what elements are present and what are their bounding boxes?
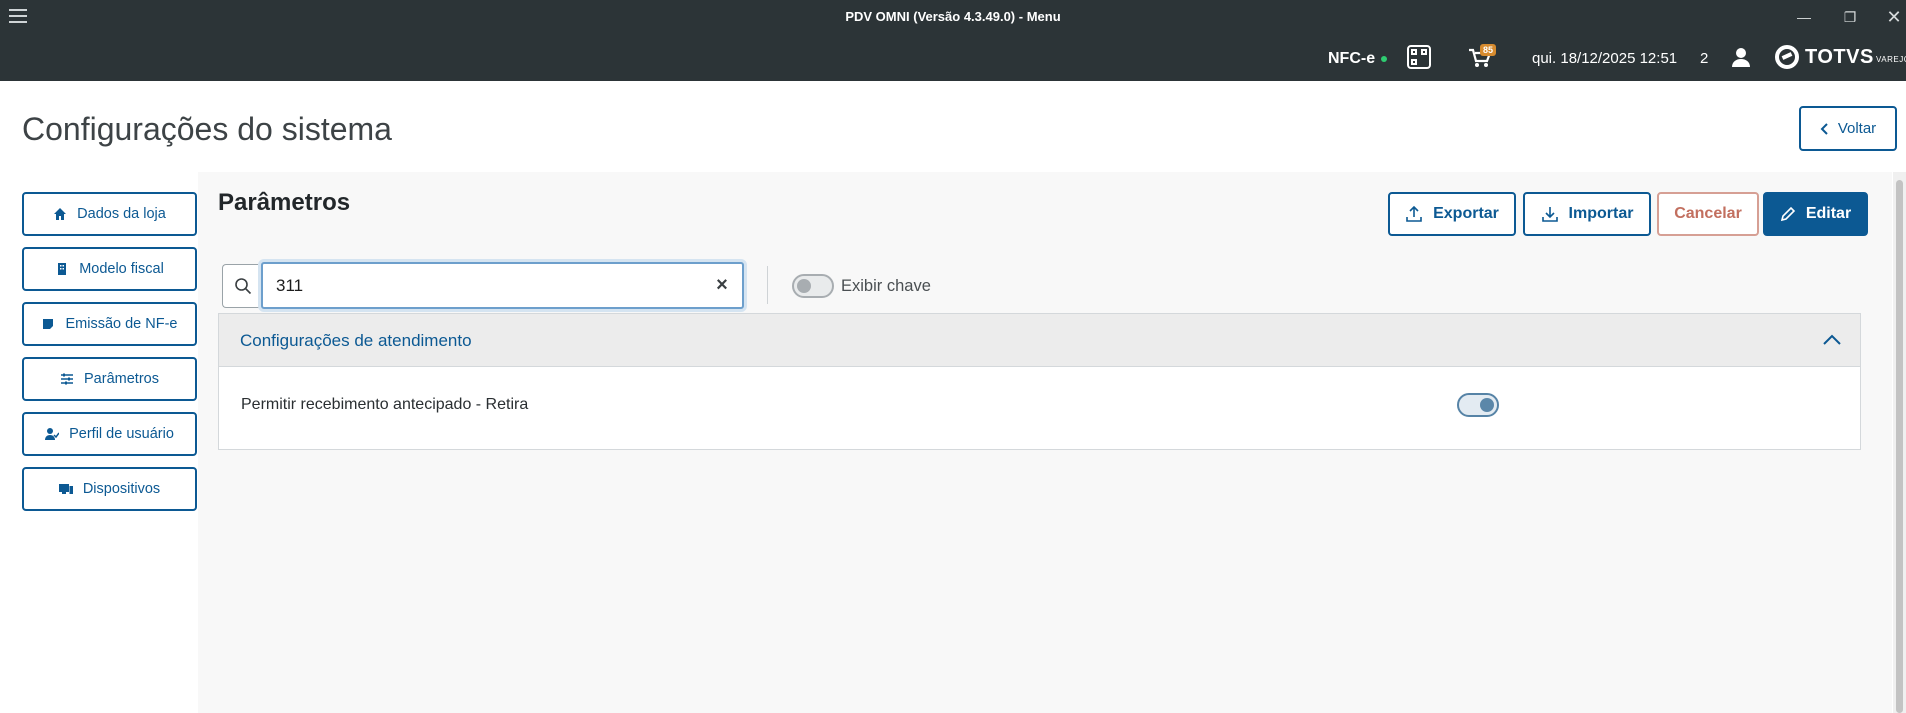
- sliders-icon: [61, 373, 74, 385]
- devices-icon: [58, 484, 73, 494]
- minimize-button[interactable]: —: [1790, 6, 1818, 28]
- cancel-button-label: Cancelar: [1674, 205, 1742, 222]
- import-button-label: Importar: [1568, 205, 1634, 222]
- accordion-atendimento: Configurações de atendimento Permitir re…: [218, 313, 1861, 450]
- sidebar-item-label: Modelo fiscal: [79, 261, 164, 277]
- clear-search-icon[interactable]: ×: [711, 274, 733, 296]
- window-titlebar: PDV OMNI (Versão 4.3.49.0) - Menu — ❐ ✕: [0, 0, 1906, 33]
- accordion-title: Configurações de atendimento: [240, 331, 472, 350]
- edit-button[interactable]: Editar: [1763, 192, 1868, 236]
- export-button[interactable]: Exportar: [1388, 192, 1516, 236]
- user-count: 2: [1700, 50, 1709, 67]
- totvs-logo-icon: [1775, 45, 1799, 69]
- nfce-status-dot: [1381, 56, 1387, 62]
- download-icon: [1541, 207, 1558, 222]
- sidebar-item-perfil-de-usuario[interactable]: Perfil de usuário: [22, 412, 197, 456]
- sidebar-item-label: Parâmetros: [84, 371, 159, 387]
- scrollbar-thumb[interactable]: [1896, 180, 1903, 713]
- edit-button-label: Editar: [1805, 205, 1852, 222]
- app-header: NFC-e 85 qui. 18/12/2025 12:51 2 TOTVS V…: [0, 33, 1906, 81]
- close-button[interactable]: ✕: [1880, 6, 1906, 28]
- chevron-left-icon: [1820, 122, 1828, 135]
- page-title: Configurações do sistema: [22, 111, 392, 147]
- import-button[interactable]: Importar: [1523, 192, 1651, 236]
- show-key-label: Exibir chave: [841, 277, 931, 295]
- cart-badge: 85: [1480, 44, 1497, 56]
- home-icon: [54, 208, 67, 220]
- search-icon: [234, 278, 251, 295]
- sidebar-item-parametros[interactable]: Parâmetros: [22, 357, 197, 401]
- cancel-button[interactable]: Cancelar: [1657, 192, 1759, 236]
- datetime: qui. 18/12/2025 12:51: [1532, 50, 1678, 67]
- sidebar-item-label: Emissão de NF-e: [65, 316, 178, 332]
- search-icon-box[interactable]: [222, 264, 262, 308]
- sidebar-item-emissao-nfe[interactable]: Emissão de NF-e: [22, 302, 197, 346]
- sidebar-item-label: Dados da loja: [77, 206, 166, 222]
- user-check-icon: [45, 428, 60, 440]
- window-title: PDV OMNI (Versão 4.3.49.0) - Menu: [845, 9, 1061, 24]
- brand-sub: VAREJO: [1876, 55, 1906, 64]
- document-icon: [43, 319, 54, 329]
- pencil-icon: [1780, 206, 1795, 222]
- qrcode-icon[interactable]: [1407, 45, 1431, 69]
- maximize-button[interactable]: ❐: [1836, 6, 1864, 28]
- sidebar-item-dispositivos[interactable]: Dispositivos: [22, 467, 197, 511]
- setting-label: Permitir recebimento antecipado - Retira: [241, 396, 529, 413]
- nfce-label[interactable]: NFC-e: [1328, 50, 1375, 68]
- chevron-up-icon[interactable]: [1822, 330, 1842, 350]
- brand-name: TOTVS: [1805, 46, 1874, 68]
- sidebar-item-label: Dispositivos: [82, 481, 161, 497]
- divider: [767, 266, 768, 304]
- user-icon[interactable]: [1730, 46, 1752, 68]
- section-title: Parâmetros: [218, 189, 351, 216]
- accordion-header[interactable]: Configurações de atendimento: [219, 314, 1860, 367]
- export-button-label: Exportar: [1433, 205, 1499, 222]
- upload-icon: [1406, 205, 1422, 222]
- sidebar-item-label: Perfil de usuário: [69, 426, 174, 442]
- sidebar-item-dados-da-loja[interactable]: Dados da loja: [22, 192, 197, 236]
- sidebar-item-modelo-fiscal[interactable]: Modelo fiscal: [22, 247, 197, 291]
- back-button[interactable]: Voltar: [1799, 106, 1897, 151]
- back-button-label: Voltar: [1837, 120, 1877, 137]
- search-input[interactable]: [261, 262, 744, 309]
- show-key-toggle[interactable]: [792, 274, 834, 298]
- building-icon: [58, 263, 67, 275]
- setting-toggle[interactable]: [1457, 393, 1499, 417]
